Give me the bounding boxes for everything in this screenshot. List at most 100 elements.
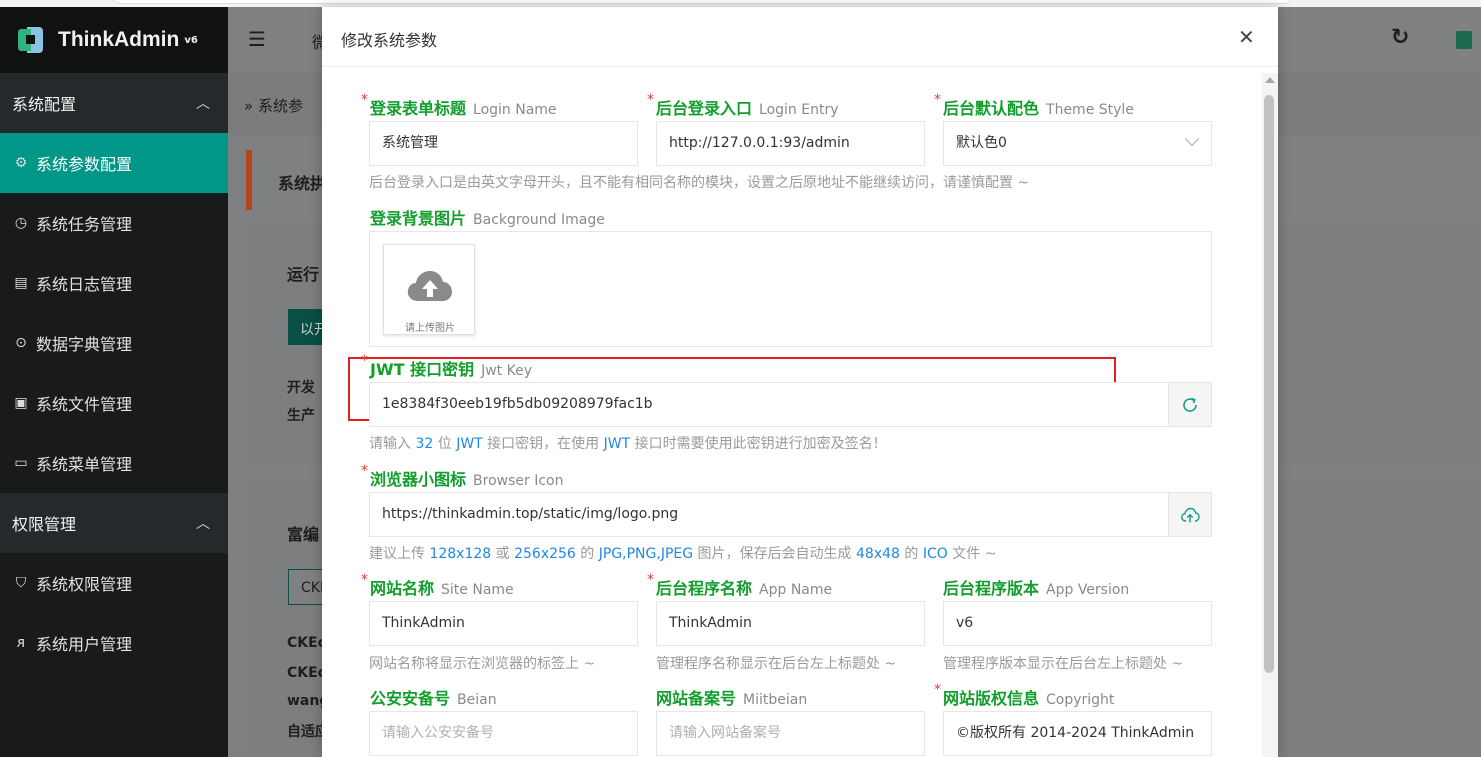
chevron-up-icon: ︿ (196, 96, 210, 112)
help-highlight: JWT (603, 436, 631, 452)
help-text: 接口密钥，在使用 (482, 436, 604, 452)
chevron-down-icon (1184, 131, 1200, 147)
menu-group-label: 权限管理 (12, 515, 77, 534)
menu-group-system-config[interactable]: 系统配置 ︿ (0, 73, 228, 133)
browser-icon-value: https://thinkadmin.top/static/img/logo.p… (382, 506, 679, 522)
sidebar-item-system-params[interactable]: ⚙ 系统参数配置 (0, 133, 228, 193)
sidebar-item-label: 系统文件管理 (36, 395, 133, 414)
runtime-label: 运行 (287, 265, 320, 284)
scrollbar-thumb[interactable] (1264, 95, 1274, 673)
help-text: 的 (899, 546, 923, 562)
jwt-key-label: * JWT 接口密钥 Jwt Key (361, 353, 532, 380)
dev-label: 开发 (287, 380, 315, 396)
label-en: Jwt Key (481, 363, 532, 379)
scroll-up-arrow-icon[interactable] (1265, 77, 1275, 83)
copyright-label: * 网站版权信息 Copyright (934, 682, 1115, 709)
app-title: ThinkAdmin (58, 28, 180, 51)
help-highlight: 32 (415, 436, 434, 452)
label-cn: 后台登录入口 (656, 99, 753, 118)
sidebar-item-system-users[interactable]: ᴙ 系统用户管理 (0, 613, 228, 673)
theme-style-select[interactable]: 默认色0 (943, 121, 1212, 166)
bg-image-label: 登录背景图片 Background Image (370, 205, 605, 229)
image-icon: ▣ (14, 395, 28, 411)
browser-icon-input[interactable]: https://thinkadmin.top/static/img/logo.p… (369, 492, 1212, 537)
gear-icon: ⚙ (14, 155, 28, 171)
close-icon[interactable]: ✕ (1238, 25, 1255, 49)
label-en: Beian (457, 692, 497, 708)
upload-icon-button[interactable] (1168, 493, 1211, 536)
brand[interactable]: ThinkAdmin v6 (0, 7, 228, 73)
label-cn: 浏览器小图标 (370, 470, 467, 489)
sidebar-item-system-logs[interactable]: ▤ 系统日志管理 (0, 253, 228, 313)
theme-style-value: 默认色0 (956, 135, 1007, 151)
modal-header: 修改系统参数 ✕ (322, 7, 1278, 67)
label-cn: JWT 接口密钥 (370, 360, 475, 379)
help-text: 或 (491, 546, 515, 562)
sidebar-item-system-files[interactable]: ▣ 系统文件管理 (0, 373, 228, 433)
app-name-help: 管理程序名称显示在后台左上标题处 ~ (656, 656, 897, 672)
required-mark: * (361, 92, 368, 108)
login-name-label: * 登录表单标题 Login Name (361, 92, 557, 119)
login-name-input[interactable]: 系统管理 (369, 121, 638, 166)
header-logo-icon[interactable] (1456, 31, 1472, 49)
browser-address-bar[interactable] (112, 0, 1292, 4)
app-version-input[interactable]: v6 (943, 601, 1212, 646)
app-name-label: * 后台程序名称 App Name (647, 572, 832, 599)
help-highlight: 256x256 (514, 546, 576, 562)
app-name-input[interactable]: ThinkAdmin (656, 601, 925, 646)
modal-title: 修改系统参数 (341, 31, 438, 50)
upload-caption: 请上传图片 (405, 323, 455, 334)
label-cn: 公安安备号 (370, 689, 451, 708)
log-icon: ▤ (14, 275, 28, 291)
menu-group-permissions[interactable]: 权限管理 ︿ (0, 493, 228, 553)
jwt-key-input[interactable]: 1e8384f30eeb19fb5db09208979fac1b (369, 382, 1212, 427)
refresh-icon[interactable]: ↻ (1391, 25, 1409, 50)
jwt-key-help: 请输入 32 位 JWT 接口密钥，在使用 JWT 接口时需要使用此密钥进行加密… (369, 433, 887, 453)
label-en: App Version (1046, 582, 1130, 598)
required-mark: * (647, 92, 654, 108)
sidebar-item-label: 系统任务管理 (36, 215, 133, 234)
required-mark: * (361, 353, 368, 369)
beian-label: 公安安备号 Beian (370, 685, 497, 709)
help-highlight: ICO (922, 546, 948, 562)
list-item: CKEc (287, 635, 326, 651)
regenerate-jwt-button[interactable] (1168, 383, 1211, 426)
browser-icon-help: 建议上传 128x128 或 256x256 的 JPG,PNG,JPEG 图片… (369, 543, 996, 563)
beian-input[interactable]: 请输入公安安备号 (369, 711, 638, 756)
menu-toggle-icon[interactable]: ☰ (248, 27, 266, 51)
cloud-upload-icon (407, 271, 452, 301)
label-cn: 后台程序名称 (656, 579, 753, 598)
help-text: 图片，保存后会自动生成 (693, 546, 856, 562)
label-en: Theme Style (1046, 102, 1134, 118)
upload-image-button[interactable]: 请上传图片 (383, 244, 475, 335)
sidebar-item-data-dictionary[interactable]: ⊙ 数据字典管理 (0, 313, 228, 373)
chevron-up-icon: ︿ (196, 516, 210, 532)
required-mark: * (934, 682, 941, 698)
label-en: Miitbeian (743, 692, 808, 708)
label-cn: 登录背景图片 (370, 209, 467, 228)
label-en: Login Entry (759, 102, 839, 118)
label-cn: 网站版权信息 (943, 689, 1040, 708)
login-entry-input[interactable]: http://127.0.0.1:93/admin (656, 121, 925, 166)
shield-check-icon: ⛉ (15, 575, 27, 591)
menu-window-icon: ▭ (14, 455, 28, 471)
help-text: 接口时需要使用此密钥进行加密及签名！ (630, 436, 887, 452)
sidebar-item-label: 系统用户管理 (36, 635, 133, 654)
login-entry-help: 后台登录入口是由英文字母开头，且不能有相同名称的模块，设置之后原地址不能继续访问… (369, 175, 1030, 191)
label-cn: 网站备案号 (656, 689, 737, 708)
help-highlight: JPG,PNG,JPEG (598, 546, 694, 562)
sidebar-item-label: 系统参数配置 (36, 155, 133, 174)
label-cn: 登录表单标题 (370, 99, 467, 118)
sidebar-item-label: 数据字典管理 (36, 335, 133, 354)
sidebar-item-system-tasks[interactable]: ◷ 系统任务管理 (0, 193, 228, 253)
site-name-help: 网站名称将显示在浏览器的标签上 ~ (369, 656, 596, 672)
help-text: 文件 ~ (947, 546, 997, 562)
jwt-key-value: 1e8384f30eeb19fb5db09208979fac1b (382, 396, 653, 412)
label-en: Login Name (473, 102, 557, 118)
copyright-input[interactable]: ©版权所有 2014-2024 ThinkAdmin (943, 711, 1212, 756)
sidebar-item-system-menus[interactable]: ▭ 系统菜单管理 (0, 433, 228, 493)
label-en: Copyright (1046, 692, 1115, 708)
miitbeian-input[interactable]: 请输入网站备案号 (656, 711, 925, 756)
sidebar-item-system-permissions[interactable]: ⛉ 系统权限管理 (0, 553, 228, 613)
site-name-input[interactable]: ThinkAdmin (369, 601, 638, 646)
